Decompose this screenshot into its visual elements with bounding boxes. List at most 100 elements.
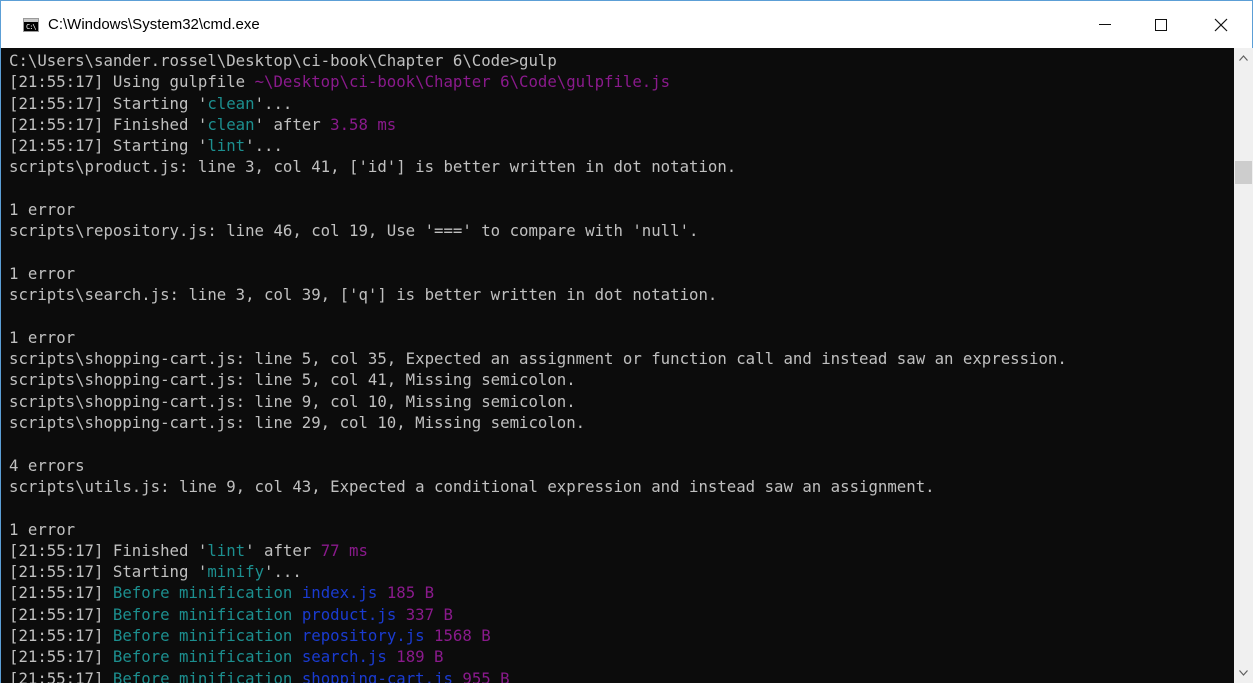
console-text: scripts\shopping-cart.js: line 5, col 41… — [9, 370, 576, 390]
console-text: repository.js — [301, 626, 425, 646]
console-text: scripts\product.js: line 3, col 41, ['id… — [9, 157, 737, 177]
title-bar[interactable]: C:\ C:\Windows\System32\cmd.exe — [1, 1, 1252, 48]
console-line: scripts\search.js: line 3, col 39, ['q']… — [9, 284, 1067, 305]
console-text: scripts\shopping-cart.js: line 5, col 35… — [9, 349, 1067, 369]
chevron-down-icon — [1239, 670, 1248, 676]
console-text: scripts\utils.js: line 9, col 43, Expect… — [9, 476, 935, 496]
console-line: 4 errors — [9, 455, 1067, 476]
console-text: [21:55:17] — [9, 647, 113, 667]
console-line: 1 error — [9, 519, 1067, 540]
console-text: 955 B — [452, 668, 510, 683]
console-text: ' after — [245, 540, 321, 560]
console-lines: C:\Users\sander.rossel\Desktop\ci-book\C… — [9, 50, 1067, 683]
console-text: scripts\shopping-cart.js: line 29, col 1… — [9, 413, 586, 433]
console-text: scripts\repository.js: line 46, col 19, … — [9, 221, 699, 241]
vertical-scrollbar[interactable] — [1234, 48, 1253, 683]
console-text: 3.58 ms — [330, 114, 397, 134]
cmd-app-icon-label: C:\ — [26, 23, 37, 31]
console-text: [21:55:17] — [9, 583, 113, 603]
console-text: search.js — [301, 647, 387, 667]
console-text: scripts\shopping-cart.js: line 9, col 10… — [9, 391, 576, 411]
console-text: [21:55:17] Using gulpfile — [9, 72, 255, 92]
console-text: scripts\search.js: line 3, col 39, ['q']… — [9, 285, 718, 305]
scroll-up-button[interactable] — [1234, 48, 1253, 68]
console-line: [21:55:17] Finished 'lint' after 77 ms — [9, 540, 1067, 561]
console-text: Before minification — [112, 583, 302, 603]
console-line: 1 error — [9, 263, 1067, 284]
console-output[interactable]: C:\Users\sander.rossel\Desktop\ci-book\C… — [1, 48, 1234, 683]
console-line: [21:55:17] Starting 'lint'... — [9, 135, 1067, 156]
console-text: Before minification — [112, 604, 302, 624]
console-line: [21:55:17] Starting 'clean'... — [9, 93, 1067, 114]
console-line: scripts\shopping-cart.js: line 5, col 41… — [9, 369, 1067, 390]
console-text: [21:55:17] Starting ' — [9, 136, 208, 156]
console-text: [21:55:17] Starting ' — [9, 562, 208, 582]
minimize-button[interactable] — [1082, 1, 1128, 48]
console-line: [21:55:17] Using gulpfile ~\Desktop\ci-b… — [9, 71, 1067, 92]
console-text: [21:55:17] Starting ' — [9, 93, 208, 113]
console-line: scripts\repository.js: line 46, col 19, … — [9, 220, 1067, 241]
console-line: [21:55:17] Before minification shopping-… — [9, 668, 1067, 683]
maximize-icon — [1155, 18, 1167, 31]
console-text: C:\Users\sander.rossel\Desktop\ci-book\C… — [9, 51, 557, 70]
console-text: '... — [245, 136, 283, 156]
console-text: 1 error — [9, 519, 76, 539]
console-text: Before minification — [112, 668, 302, 683]
console-line: [21:55:17] Before minification index.js … — [9, 582, 1067, 603]
console-line: 1 error — [9, 199, 1067, 220]
console-text: 4 errors — [9, 455, 85, 475]
console-line: 1 error — [9, 327, 1067, 348]
console-text: lint — [207, 136, 246, 156]
console-text: 189 B — [386, 647, 444, 667]
maximize-button[interactable] — [1138, 1, 1184, 48]
console-text: [21:55:17] — [9, 668, 113, 683]
console-text: [21:55:17] — [9, 626, 113, 646]
cmd-app-icon[interactable]: C:\ — [23, 18, 39, 32]
console-text: [21:55:17] — [9, 604, 113, 624]
console-text: [21:55:17] Finished ' — [9, 540, 208, 560]
console-text: 1 error — [9, 327, 76, 347]
console-line: scripts\product.js: line 3, col 41, ['id… — [9, 156, 1067, 177]
console-line: C:\Users\sander.rossel\Desktop\ci-book\C… — [9, 50, 1067, 71]
console-text: clean — [207, 93, 255, 113]
console-line: [21:55:17] Before minification search.js… — [9, 646, 1067, 667]
window-title: C:\Windows\System32\cmd.exe — [48, 16, 260, 33]
console-text: 185 B — [377, 583, 435, 603]
console-text: Before minification — [112, 626, 302, 646]
console-text: [21:55:17] Finished ' — [9, 114, 208, 134]
console-text: 1 error — [9, 263, 76, 283]
console-text: ~\Desktop\ci-book\Chapter 6\Code\gulpfil… — [254, 72, 671, 92]
console-text: 1568 B — [424, 626, 491, 646]
console-line: scripts\shopping-cart.js: line 9, col 10… — [9, 391, 1067, 412]
console-text: clean — [207, 114, 255, 134]
console-text: ' after — [254, 114, 331, 134]
minimize-icon — [1099, 24, 1111, 25]
console-text: product.js — [301, 604, 397, 624]
chevron-up-icon — [1239, 55, 1248, 61]
cmd-window: C:\ C:\Windows\System32\cmd.exe C:\Users… — [0, 0, 1253, 683]
scrollbar-thumb[interactable] — [1235, 161, 1252, 184]
console-line: scripts\shopping-cart.js: line 5, col 35… — [9, 348, 1067, 369]
console-line: scripts\shopping-cart.js: line 29, col 1… — [9, 412, 1067, 433]
console-line: [21:55:17] Finished 'clean' after 3.58 m… — [9, 114, 1067, 135]
close-icon — [1214, 18, 1228, 31]
console-line: [21:55:17] Before minification product.j… — [9, 604, 1067, 625]
console-text: Before minification — [112, 647, 302, 667]
console-text: 1 error — [9, 200, 76, 220]
console-text: lint — [207, 540, 246, 560]
console-text: index.js — [301, 583, 378, 603]
console-text: minify — [207, 562, 265, 582]
console-text: 77 ms — [320, 540, 368, 560]
console-line: [21:55:17] Before minification repositor… — [9, 625, 1067, 646]
scroll-down-button[interactable] — [1234, 663, 1253, 683]
console-text: '... — [264, 562, 302, 582]
console-text: shopping-cart.js — [301, 668, 453, 683]
console-text: '... — [254, 93, 293, 113]
console-line: [21:55:17] Starting 'minify'... — [9, 561, 1067, 582]
close-button[interactable] — [1198, 1, 1244, 48]
